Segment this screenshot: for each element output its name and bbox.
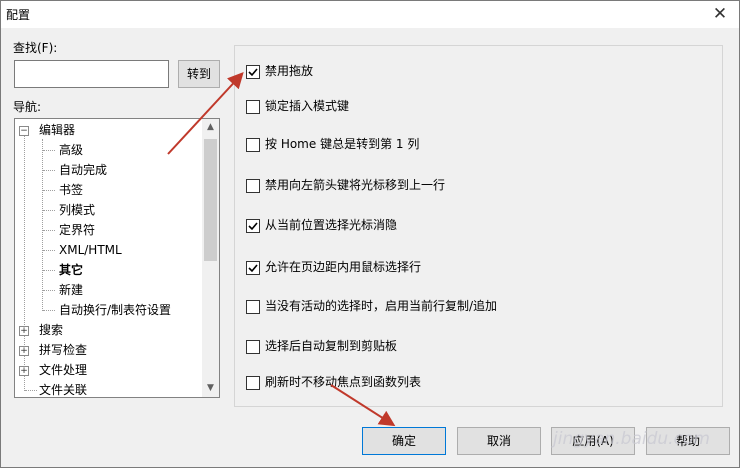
config-dialog: 配置 ✕ 查找(F): 转到 导航: − 编辑器 高级 自动完成 书签 列模式 … xyxy=(0,0,740,468)
annotation-arrow xyxy=(167,72,244,155)
annotation-arrow xyxy=(330,384,396,427)
annotation-arrows xyxy=(167,72,396,427)
